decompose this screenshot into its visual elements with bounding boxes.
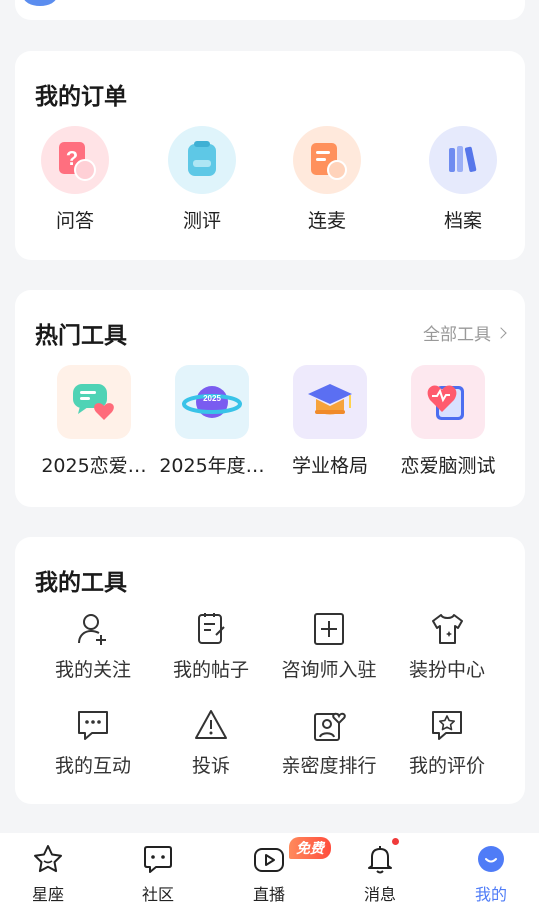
my-tool-intimacy[interactable]: 亲密度排行	[270, 707, 388, 778]
chevron-right-icon	[495, 326, 507, 339]
order-label: 连麦	[307, 210, 346, 232]
bottom-tab-bar: 星座 社区 直播 消息 我的	[0, 833, 539, 903]
add-square-icon	[314, 613, 344, 645]
hot-tool-item[interactable]: 2025 2025年度…	[157, 365, 267, 478]
all-tools-label: 全部工具	[423, 325, 491, 345]
tab-constellation[interactable]: 星座	[0, 833, 102, 903]
voice-call-icon	[293, 126, 361, 194]
order-item-assessment[interactable]: 测评	[168, 126, 236, 233]
posts-icon	[198, 613, 225, 644]
my-tool-label: 我的互动	[54, 755, 131, 777]
tab-community[interactable]: 社区	[104, 833, 212, 903]
profile-smile-icon	[478, 846, 504, 872]
warning-icon	[195, 710, 227, 739]
love-chat-icon	[57, 365, 131, 439]
star-icon	[34, 845, 62, 873]
my-tool-counselor[interactable]: 咨询师入驻	[270, 611, 388, 682]
hot-tool-item[interactable]: 学业格局	[275, 365, 385, 478]
user-follow-icon	[78, 614, 106, 645]
my-tool-complaint[interactable]: 投诉	[152, 707, 270, 778]
hot-tool-label: 2025恋爱…	[41, 455, 147, 477]
tshirt-icon	[432, 614, 463, 644]
hot-tool-label: 2025年度…	[159, 455, 265, 477]
top-card-remnant	[15, 0, 525, 20]
tab-label: 直播	[252, 885, 285, 903]
tab-label: 星座	[31, 885, 64, 903]
order-label: 测评	[182, 210, 221, 232]
bell-icon	[368, 846, 392, 874]
unread-dot	[392, 838, 399, 845]
my-tool-label: 我的帖子	[172, 659, 249, 681]
my-tool-dressup[interactable]: 装扮中心	[388, 611, 506, 682]
my-tool-label: 装扮中心	[408, 659, 485, 681]
hot-tool-item[interactable]: 恋爱脑测试	[393, 365, 503, 478]
hot-tool-label: 恋爱脑测试	[400, 455, 496, 477]
orders-title: 我的订单	[35, 84, 127, 110]
avatar	[23, 0, 57, 6]
heart-test-icon	[411, 365, 485, 439]
my-tool-label: 我的评价	[408, 755, 485, 777]
graduation-cap-icon	[293, 365, 367, 439]
live-play-icon	[254, 848, 284, 872]
free-badge: 免费	[289, 837, 331, 859]
order-label: 档案	[443, 210, 482, 232]
my-tools-title: 我的工具	[35, 570, 127, 596]
tab-mine[interactable]: 我的	[437, 833, 539, 903]
hot-tool-item[interactable]: 2025恋爱…	[39, 365, 149, 478]
my-tool-follow[interactable]: 我的关注	[34, 611, 152, 682]
assessment-icon	[168, 126, 236, 194]
archive-icon	[429, 126, 497, 194]
all-tools-link[interactable]: 全部工具	[423, 320, 507, 345]
order-item-voice[interactable]: 连麦	[293, 126, 361, 233]
hot-tools-card: 热门工具 全部工具 2025恋爱… 2025 2025年度… 学业格局 恋爱脑测…	[15, 290, 525, 507]
planet-2025-icon: 2025	[175, 365, 249, 439]
community-chat-icon	[144, 846, 172, 873]
my-tool-posts[interactable]: 我的帖子	[152, 611, 270, 682]
svg-text:2025: 2025	[203, 394, 221, 403]
orders-card: 我的订单 ? 问答 测评 连麦 档案	[15, 51, 525, 260]
order-item-qa[interactable]: ? 问答	[41, 126, 109, 233]
my-tool-label: 咨询师入驻	[281, 659, 377, 681]
tab-label: 社区	[141, 885, 174, 903]
chat-dots-icon	[78, 711, 108, 740]
hot-tool-label: 学业格局	[291, 455, 368, 477]
tab-messages[interactable]: 消息	[326, 833, 434, 903]
order-label: 问答	[55, 210, 94, 232]
my-tool-label: 投诉	[191, 755, 230, 777]
intimacy-rank-icon	[314, 712, 346, 741]
tab-label: 我的	[474, 885, 507, 903]
my-tool-label: 亲密度排行	[281, 755, 377, 777]
question-card-icon: ?	[41, 126, 109, 194]
my-tool-label: 我的关注	[54, 659, 131, 681]
hot-tools-title: 热门工具	[35, 323, 127, 349]
my-tool-interaction[interactable]: 我的互动	[34, 707, 152, 778]
my-tool-reviews[interactable]: 我的评价	[388, 707, 506, 778]
review-star-icon	[432, 711, 462, 740]
tab-label: 消息	[363, 885, 396, 903]
my-tools-card: 我的工具 我的关注 我的帖子 咨询师入驻 装扮中心 我的互动 投诉 亲密度排行 …	[15, 537, 525, 804]
order-item-archive[interactable]: 档案	[429, 126, 497, 233]
